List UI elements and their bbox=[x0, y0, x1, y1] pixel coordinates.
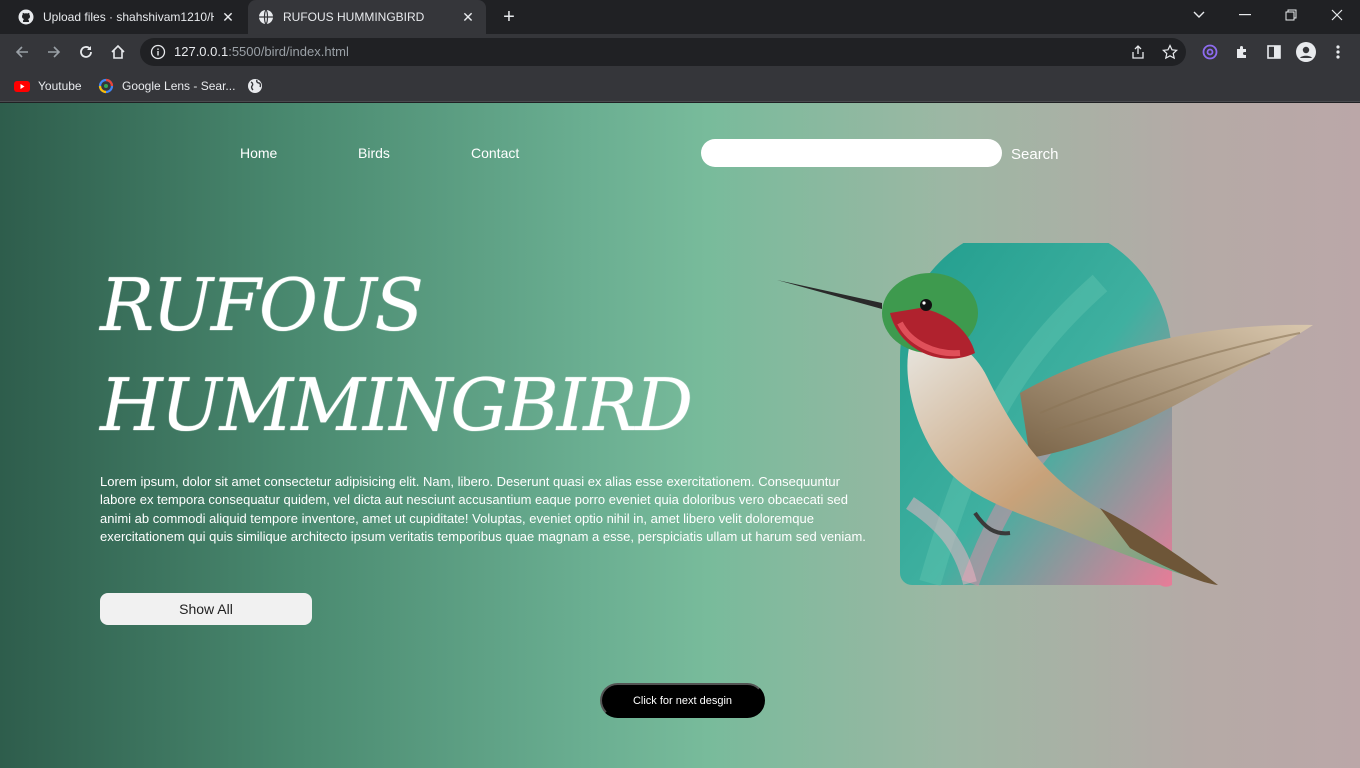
tab-title: RUFOUS HUMMINGBIRD bbox=[283, 10, 425, 24]
page-content: Home Birds Contact Search RUFOUS HUMMING… bbox=[0, 103, 1360, 768]
bookmark-youtube[interactable]: Youtube bbox=[14, 76, 82, 96]
url-text: 127.0.0.1:5500/bird/index.html bbox=[174, 38, 349, 66]
next-design-button[interactable]: Click for next desgin bbox=[600, 683, 765, 718]
url-host: 127.0.0.1 bbox=[174, 44, 229, 59]
youtube-icon bbox=[14, 81, 30, 92]
tab-rufous-hummingbird[interactable]: RUFOUS HUMMINGBIRD ✕ bbox=[248, 0, 486, 34]
new-tab-icon[interactable]: + bbox=[498, 7, 520, 29]
hero-title-line-1: RUFOUS bbox=[100, 263, 424, 347]
bookmark-label: Youtube bbox=[38, 79, 82, 93]
forward-icon[interactable] bbox=[42, 40, 66, 64]
home-icon[interactable] bbox=[106, 40, 130, 64]
extension-at-icon[interactable] bbox=[1198, 40, 1222, 64]
hummingbird-image bbox=[777, 243, 1313, 587]
github-icon bbox=[18, 9, 34, 25]
bookmark-globe[interactable] bbox=[247, 76, 271, 96]
profile-avatar-icon[interactable] bbox=[1294, 40, 1318, 64]
bookmark-google-lens[interactable]: Google Lens - Sear... bbox=[98, 76, 235, 96]
google-lens-icon bbox=[98, 78, 114, 94]
close-window-icon[interactable] bbox=[1314, 0, 1360, 30]
nav-contact[interactable]: Contact bbox=[471, 145, 519, 161]
globe-icon bbox=[248, 79, 262, 93]
bookmark-label: Google Lens - Sear... bbox=[122, 79, 236, 93]
bookmark-star-icon[interactable] bbox=[1158, 40, 1182, 64]
menu-kebab-icon[interactable] bbox=[1326, 40, 1350, 64]
tab-title: Upload files · shahshivam1210/H bbox=[43, 10, 214, 24]
nav-home[interactable]: Home bbox=[240, 145, 277, 161]
url-path: :5500/bird/index.html bbox=[228, 44, 349, 59]
bookmarks-bar: Youtube Google Lens - Sear... bbox=[0, 70, 1360, 102]
tab-strip: Upload files · shahshivam1210/H ✕ RUFOUS… bbox=[0, 0, 1360, 34]
hero-title: RUFOUS HUMMINGBIRD bbox=[100, 255, 740, 455]
search-input[interactable] bbox=[701, 139, 1002, 167]
extensions-puzzle-icon[interactable] bbox=[1230, 40, 1254, 64]
close-tab-icon[interactable]: ✕ bbox=[460, 9, 476, 25]
search-button[interactable]: Search bbox=[1011, 146, 1059, 163]
show-all-button[interactable]: Show All bbox=[100, 593, 312, 625]
browser-toolbar: 127.0.0.1:5500/bird/index.html bbox=[0, 34, 1360, 70]
nav-birds[interactable]: Birds bbox=[358, 145, 390, 161]
minimize-icon[interactable] bbox=[1222, 0, 1268, 30]
restore-icon[interactable] bbox=[1268, 0, 1314, 30]
reload-icon[interactable] bbox=[74, 40, 98, 64]
share-icon[interactable] bbox=[1126, 40, 1150, 64]
hero-description: Lorem ipsum, dolor sit amet consectetur … bbox=[100, 474, 866, 545]
globe-icon bbox=[259, 9, 273, 25]
hero-title-line-2: HUMMINGBIRD bbox=[100, 363, 693, 447]
tab-search-chevron-icon[interactable] bbox=[1176, 0, 1222, 30]
side-panel-icon[interactable] bbox=[1262, 40, 1286, 64]
back-icon[interactable] bbox=[10, 40, 34, 64]
site-info-icon[interactable] bbox=[150, 44, 166, 60]
address-bar[interactable]: 127.0.0.1:5500/bird/index.html bbox=[140, 38, 1186, 66]
tab-upload-files[interactable]: Upload files · shahshivam1210/H ✕ bbox=[8, 0, 246, 34]
close-tab-icon[interactable]: ✕ bbox=[220, 9, 236, 25]
